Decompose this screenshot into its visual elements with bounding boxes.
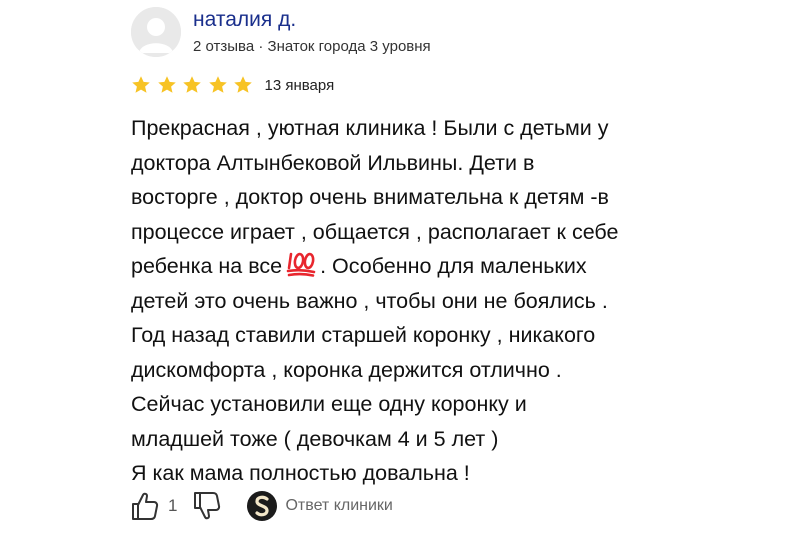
star-icon <box>182 75 202 95</box>
author-meta: 2 отзыва · Знаток города 3 уровня <box>193 38 431 55</box>
review-text: Прекрасная , уютная клиника ! Были с дет… <box>131 111 781 491</box>
dislike-button[interactable] <box>193 491 221 521</box>
review-text-line: доктора Алтынбековой Ильвины. Дети в <box>131 150 535 175</box>
review-date: 13 января <box>264 76 335 94</box>
review-text-line: восторге , доктор очень внимательна к де… <box>131 185 609 209</box>
user-avatar-icon <box>131 7 181 57</box>
clinic-reply-label: Ответ клиники <box>285 497 393 514</box>
review-text-line: Прекрасная , уютная клиника ! Были с дет… <box>131 116 609 140</box>
review-actions: 1 Ответ клиники <box>131 488 393 524</box>
like-count: 1 <box>168 496 178 515</box>
review-card: наталия д. 2 отзыва · Знаток города 3 ур… <box>0 0 807 538</box>
thumbs-up-icon <box>132 492 159 520</box>
review-text-fragment: . Особенно для маленьких <box>320 254 587 278</box>
star-icon <box>157 75 177 95</box>
review-text-line: младшей тоже ( девочкам 4 и 5 лет ) <box>131 426 499 451</box>
rating-row: 13 января <box>131 73 334 97</box>
review-text-fragment: ребенка на все <box>131 254 283 278</box>
avatar[interactable] <box>131 7 181 57</box>
star-icon <box>208 75 228 95</box>
hundred-points-icon <box>286 251 316 277</box>
star-icon <box>131 75 151 95</box>
author-name[interactable]: наталия д. <box>193 8 296 32</box>
review-text-line: Сейчас установили еще одну коронку и <box>131 392 527 416</box>
review-text-line: детей это очень важно , чтобы они не боя… <box>131 288 608 313</box>
clinic-logo-icon <box>247 491 278 521</box>
review-text-line: процессе играет , общается , располагает… <box>131 219 619 244</box>
like-button[interactable]: 1 <box>131 491 177 521</box>
review-text-line: Год назад ставили старшей коронку , ника… <box>131 323 596 347</box>
star-icon <box>233 75 253 95</box>
thumbs-down-icon <box>194 492 221 520</box>
review-text-line: Я как мама полностью довальна ! <box>131 461 470 485</box>
review-text-line-with-emoji: ребенка на все . Особенно для маленьких <box>131 249 781 284</box>
clinic-reply-button[interactable]: Ответ клиники <box>247 491 393 521</box>
review-text-line: дискомфорта , коронка держится отлично . <box>131 357 562 382</box>
star-rating <box>131 75 259 95</box>
